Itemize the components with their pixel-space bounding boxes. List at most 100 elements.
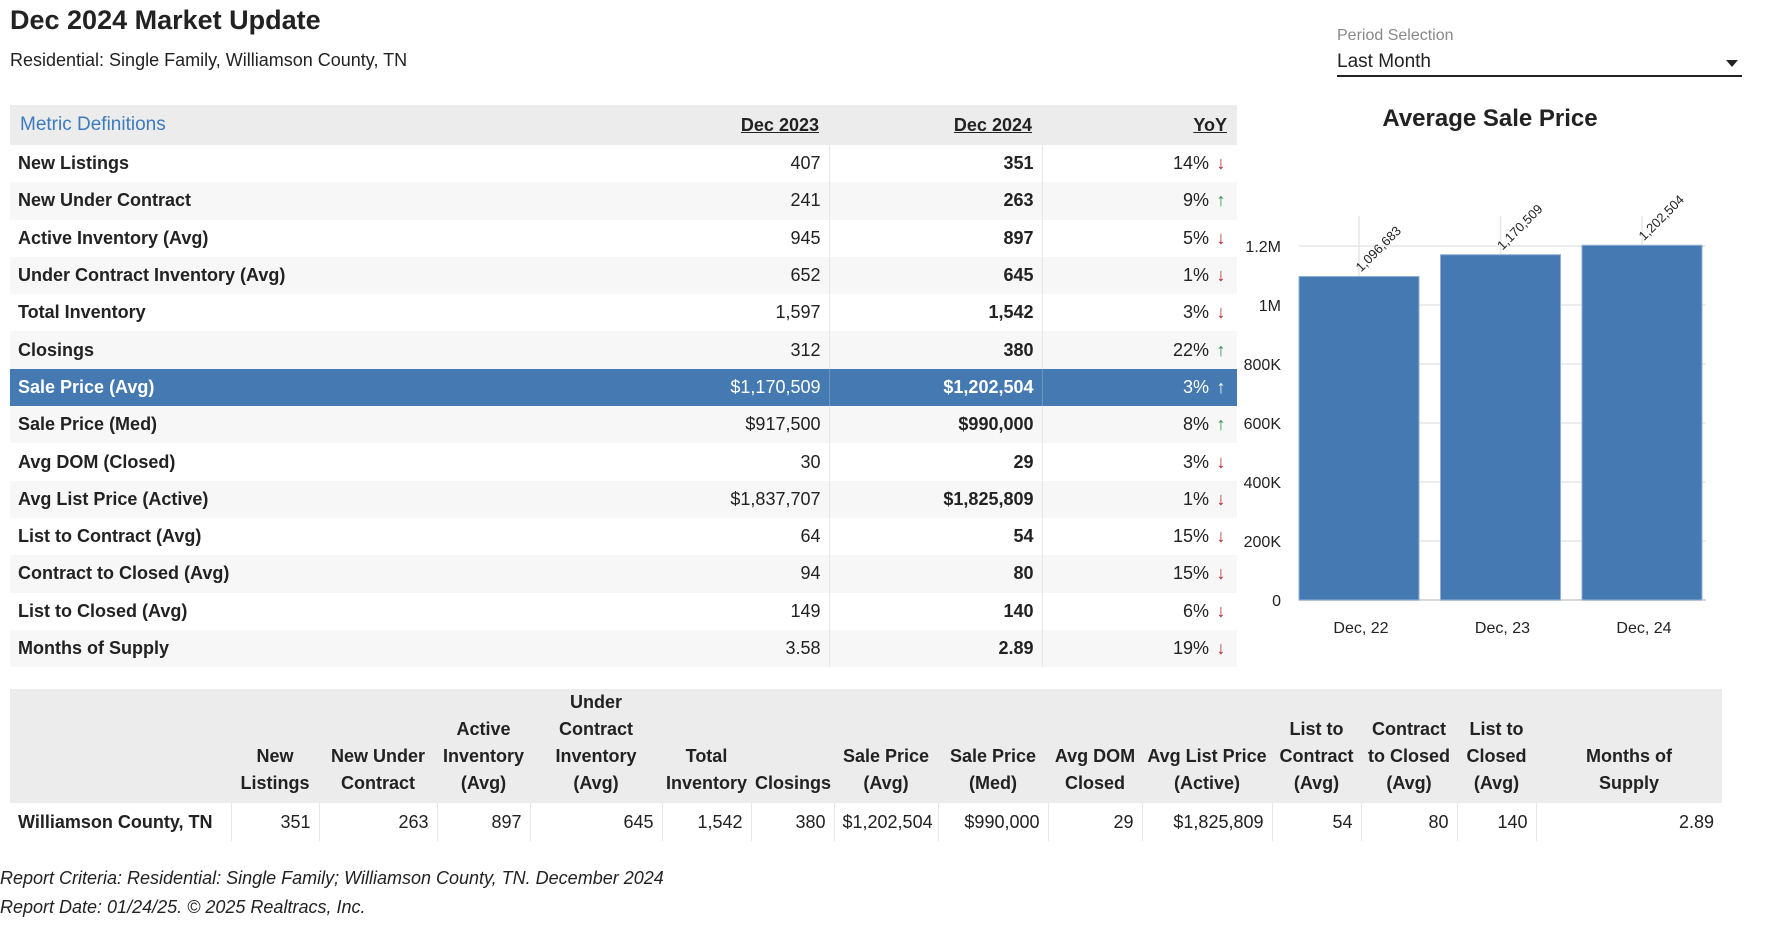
metric-value-dec-2023: 64 [634, 517, 830, 556]
metric-yoy-value: 15% [1172, 563, 1209, 584]
period-select-dropdown[interactable]: Last Month [1337, 47, 1742, 77]
summary-cell: 897 [437, 803, 531, 841]
summary-cell: 140 [1457, 803, 1537, 841]
bar-data-label: 1,170,509 [1494, 201, 1546, 253]
metric-value-dec-2023: $1,170,509 [634, 368, 830, 407]
y-tick-label: 200K [1244, 534, 1282, 551]
x-tick-label: Dec, 24 [1616, 620, 1671, 637]
summary-area-name: Williamson County, TN [10, 803, 232, 841]
metric-name: Total Inventory [10, 294, 634, 332]
metric-row[interactable]: Under Contract Inventory (Avg) 652 645 1% ↓ [10, 256, 1237, 295]
summary-column-header: New Listings [231, 689, 319, 803]
summary-row: Williamson County, TN 351 263 897 645 1,542 38… [10, 803, 1722, 841]
metric-row[interactable]: Sale Price (Med) $917,500 $990,000 8% ↑ [10, 406, 1237, 444]
bar-data-label: 1,202,504 [1636, 192, 1688, 244]
report-date: Report Date: 01/24/25. © 2025 Realtracs,… [0, 897, 366, 917]
summary-column-header: Total Inventory [662, 689, 751, 803]
arrow-down-icon: ↓ [1216, 563, 1226, 584]
metric-value-dec-2024: 2.89 [829, 629, 1043, 668]
metric-value-dec-2024: 29 [829, 443, 1043, 481]
metric-value-dec-2023: 1,597 [634, 294, 830, 332]
metric-value-dec-2024: 351 [829, 145, 1043, 183]
metric-value-dec-2024: $990,000 [829, 406, 1043, 444]
metric-row[interactable]: Sale Price (Avg) $1,170,509 $1,202,504 3% ↑ [10, 368, 1237, 407]
metric-row[interactable]: Active Inventory (Avg) 945 897 5% ↓ [10, 219, 1237, 257]
metric-yoy-value: 5% [1182, 227, 1209, 248]
page-subtitle: Residential: Single Family, Williamson C… [10, 50, 408, 70]
metric-definitions-link[interactable]: Metric Definitions [20, 114, 166, 135]
summary-cell: 54 [1272, 803, 1362, 841]
column-header-yoy[interactable]: YoY [1193, 115, 1227, 135]
metric-yoy-value: 19% [1172, 638, 1209, 658]
summary-column-header: Avg List Price (Active) [1142, 689, 1272, 803]
metric-value-dec-2023: 149 [634, 592, 830, 630]
chart-title: Average Sale Price [1382, 105, 1598, 132]
summary-column-header: Avg DOM Closed [1048, 689, 1142, 803]
y-tick-label: 1M [1259, 298, 1281, 315]
bar[interactable] [1298, 275, 1420, 601]
metric-yoy-value: 22% [1172, 339, 1209, 360]
metric-row[interactable]: List to Contract (Avg) 64 54 15% ↓ [10, 517, 1237, 556]
metric-name: Avg DOM (Closed) [10, 443, 634, 481]
summary-cell: $1,202,504 [834, 803, 939, 841]
metric-row[interactable]: New Listings 407 351 14% ↓ [10, 145, 1237, 183]
bar[interactable] [1581, 244, 1703, 601]
summary-cell: 645 [530, 803, 663, 841]
metric-value-dec-2023: 407 [634, 145, 830, 183]
metric-value-dec-2023: $917,500 [634, 406, 830, 444]
metric-value-dec-2023: 652 [634, 256, 830, 295]
metric-name: List to Closed (Avg) [10, 592, 634, 630]
metric-name: New Under Contract [10, 182, 634, 220]
period-selection: Period Selection Last Month [1337, 27, 1742, 77]
metric-row[interactable]: Total Inventory 1,597 1,542 3% ↓ [10, 294, 1237, 332]
arrow-up-icon: ↑ [1216, 414, 1226, 435]
metrics-table: Metric Definitions Dec 2023 Dec 2024 YoY… [10, 105, 1237, 668]
metric-value-dec-2023: 945 [634, 219, 830, 257]
report-footer: Report Criteria: Residential: Single Fam… [0, 864, 664, 922]
metric-name: Sale Price (Med) [10, 406, 634, 444]
summary-column-header: List to Contract (Avg) [1272, 689, 1361, 803]
arrow-down-icon: ↓ [1216, 451, 1226, 472]
summary-table: New Listings New Under Contract Active Invent… [10, 689, 1722, 841]
arrow-down-icon: ↓ [1216, 227, 1226, 248]
metric-row[interactable]: Avg List Price (Active) $1,837,707 $1,825,… [10, 480, 1237, 518]
summary-column-header: Months of Supply [1536, 689, 1722, 803]
metric-value-dec-2023: 3.58 [634, 629, 830, 668]
y-tick-label: 400K [1244, 475, 1282, 492]
summary-header-row: New Listings New Under Contract Active Invent… [10, 689, 1722, 803]
metric-value-dec-2024: $1,202,504 [829, 368, 1043, 407]
metric-row[interactable]: New Under Contract 241 263 9% ↑ [10, 182, 1237, 220]
summary-cell: 80 [1361, 803, 1458, 841]
summary-column-header: Sale Price (Med) [938, 689, 1048, 803]
summary-cell: $1,825,809 [1142, 803, 1273, 841]
column-header-dec-2024[interactable]: Dec 2024 [954, 115, 1032, 135]
summary-column-header: Closings [751, 689, 834, 803]
metric-row[interactable]: Closings 312 380 22% ↑ [10, 331, 1237, 369]
metric-yoy-value: 6% [1182, 600, 1209, 621]
metric-value-dec-2023: $1,837,707 [634, 480, 830, 518]
metric-row[interactable]: Contract to Closed (Avg) 94 80 15% ↓ [10, 555, 1237, 593]
metric-row[interactable]: Months of Supply 3.58 2.89 19% ↓ [10, 629, 1237, 668]
metric-yoy-value: 1% [1182, 488, 1209, 509]
period-selection-label: Period Selection [1337, 27, 1454, 44]
metric-name: Closings [10, 331, 634, 369]
metric-row[interactable]: Avg DOM (Closed) 30 29 3% ↓ [10, 443, 1237, 481]
bar[interactable] [1440, 254, 1561, 601]
arrow-down-icon: ↓ [1216, 153, 1226, 174]
period-select-value: Last Month [1337, 51, 1431, 72]
column-header-dec-2023[interactable]: Dec 2023 [741, 115, 819, 135]
summary-cell: 380 [751, 803, 835, 841]
metric-name: Under Contract Inventory (Avg) [10, 256, 634, 295]
y-tick-label: 600K [1244, 416, 1282, 433]
arrow-up-icon: ↑ [1216, 376, 1226, 397]
metrics-header-row: Metric Definitions Dec 2023 Dec 2024 YoY [10, 105, 1237, 145]
metric-value-dec-2024: 54 [829, 517, 1043, 556]
metric-row[interactable]: List to Closed (Avg) 149 140 6% ↓ [10, 592, 1237, 630]
metric-name: Sale Price (Avg) [10, 368, 634, 407]
summary-column-header: Contract to Closed (Avg) [1361, 689, 1457, 803]
summary-cell: 1,542 [662, 803, 752, 841]
arrow-down-icon: ↓ [1216, 265, 1226, 286]
metric-yoy-value: 8% [1182, 414, 1209, 435]
metric-yoy-value: 3% [1182, 451, 1209, 472]
metric-value-dec-2024: $1,825,809 [829, 480, 1043, 518]
